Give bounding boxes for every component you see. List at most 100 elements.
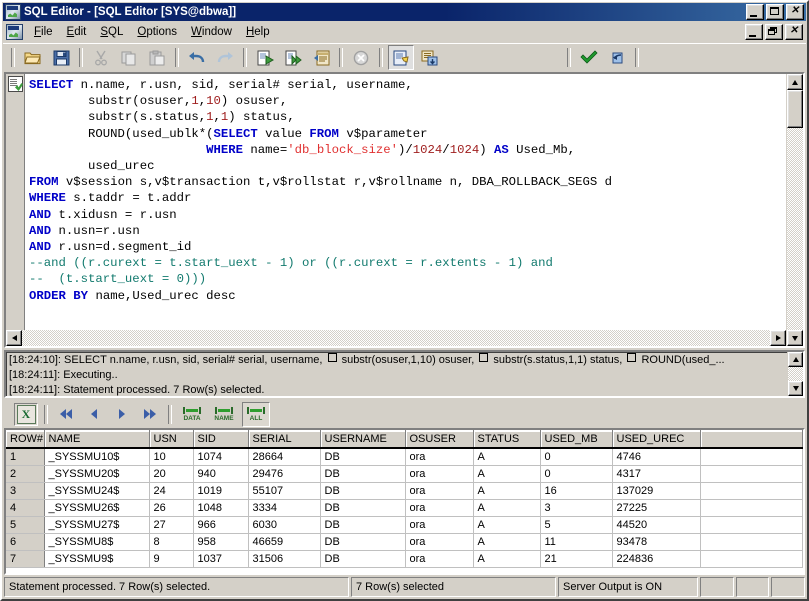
column-header-serial[interactable]: SERIAL [248,431,320,449]
table-cell[interactable]: 26 [149,499,193,516]
scroll-down-button[interactable] [787,330,803,346]
row-number-cell[interactable]: 1 [6,448,44,465]
table-cell[interactable]: 6030 [248,516,320,533]
undo-button[interactable] [184,45,210,70]
menu-item-help[interactable]: Help [239,24,277,40]
table-cell[interactable]: _SYSSMU20$ [44,465,149,482]
column-header-used-mb[interactable]: USED_MB [540,431,612,449]
menu-item-options[interactable]: Options [130,24,184,40]
table-cell[interactable]: _SYSSMU26$ [44,499,149,516]
table-cell[interactable]: DB [320,533,405,550]
paste-button[interactable] [144,45,170,70]
first-record-button[interactable] [54,403,78,426]
child-restore-button[interactable] [765,24,783,40]
copy-button[interactable] [116,45,142,70]
last-record-button[interactable] [138,403,162,426]
column-header-blank[interactable] [700,431,803,449]
column-header-row-[interactable]: ROW# [6,431,44,449]
table-cell[interactable]: 9 [149,550,193,567]
execute-all-button[interactable] [280,45,306,70]
table-cell[interactable]: ora [405,533,473,550]
row-number-cell[interactable]: 6 [6,533,44,550]
table-cell[interactable]: 1037 [193,550,248,567]
table-cell[interactable]: 21 [540,550,612,567]
sql-code-area[interactable]: SELECT n.name, r.usn, sid, serial# seria… [25,74,786,330]
column-header-usn[interactable]: USN [149,431,193,449]
describe-button[interactable] [388,45,414,70]
table-cell[interactable]: A [473,533,540,550]
editor-horizontal-scrollbar[interactable] [6,330,786,346]
table-cell[interactable]: DB [320,482,405,499]
table-cell[interactable]: 11 [540,533,612,550]
table-cell[interactable]: A [473,499,540,516]
next-record-button[interactable] [110,403,134,426]
table-cell[interactable] [700,516,803,533]
scroll-up-button[interactable] [787,74,803,90]
table-cell[interactable]: 10 [149,448,193,465]
table-row[interactable]: 3_SYSSMU24$24101955107DBoraA16137029 [6,482,803,499]
menu-item-edit[interactable]: Edit [60,24,94,40]
table-cell[interactable]: 1019 [193,482,248,499]
table-cell[interactable]: 93478 [612,533,700,550]
close-button[interactable]: ✕ [786,4,804,20]
log-lines[interactable]: [18:24:10]: SELECT n.name, r.usn, sid, s… [6,352,787,396]
table-cell[interactable] [700,499,803,516]
table-cell[interactable]: 0 [540,448,612,465]
table-cell[interactable]: 29476 [248,465,320,482]
table-cell[interactable]: 3 [540,499,612,516]
table-cell[interactable]: DB [320,465,405,482]
results-grid[interactable]: ROW#NAMEUSNSIDSERIALUSERNAMEOSUSERSTATUS… [4,428,805,575]
stop-button[interactable] [348,45,374,70]
column-header-osuser[interactable]: OSUSER [405,431,473,449]
table-cell[interactable]: DB [320,516,405,533]
table-cell[interactable]: 24 [149,482,193,499]
log-scroll-up-button[interactable] [788,352,803,367]
row-number-cell[interactable]: 7 [6,550,44,567]
table-cell[interactable]: 5 [540,516,612,533]
table-cell[interactable]: A [473,516,540,533]
maximize-button[interactable] [766,4,784,20]
scroll-left-button[interactable] [6,330,22,346]
log-scroll-down-button[interactable] [788,381,803,396]
vscroll-track[interactable] [787,128,803,330]
log-vertical-scrollbar[interactable] [787,352,803,396]
table-cell[interactable]: ora [405,550,473,567]
fit-columns-name-button[interactable]: NAME [210,402,238,427]
table-cell[interactable]: 224836 [612,550,700,567]
table-cell[interactable]: ora [405,516,473,533]
table-cell[interactable] [700,448,803,465]
table-cell[interactable]: ora [405,465,473,482]
table-cell[interactable]: ora [405,448,473,465]
menu-item-file[interactable]: File [27,24,60,40]
column-header-status[interactable]: STATUS [473,431,540,449]
table-cell[interactable]: A [473,465,540,482]
table-cell[interactable]: 0 [540,465,612,482]
table-cell[interactable]: 27 [149,516,193,533]
table-cell[interactable]: DB [320,550,405,567]
table-row[interactable]: 4_SYSSMU26$2610483334DBoraA327225 [6,499,803,516]
table-cell[interactable]: 4317 [612,465,700,482]
row-number-cell[interactable]: 5 [6,516,44,533]
table-row[interactable]: 7_SYSSMU9$9103731506DBoraA21224836 [6,550,803,567]
explain-plan-button[interactable] [308,45,334,70]
export-to-excel-button[interactable]: X [14,403,38,426]
table-cell[interactable]: 28664 [248,448,320,465]
table-cell[interactable]: A [473,448,540,465]
table-cell[interactable]: ora [405,499,473,516]
redo-button[interactable] [212,45,238,70]
table-cell[interactable]: 1048 [193,499,248,516]
table-cell[interactable]: 44520 [612,516,700,533]
table-cell[interactable]: 31506 [248,550,320,567]
table-cell[interactable]: 55107 [248,482,320,499]
table-cell[interactable]: 137029 [612,482,700,499]
table-cell[interactable]: _SYSSMU10$ [44,448,149,465]
vscroll-thumb[interactable] [787,90,803,128]
row-number-cell[interactable]: 4 [6,499,44,516]
column-header-username[interactable]: USERNAME [320,431,405,449]
table-cell[interactable]: _SYSSMU24$ [44,482,149,499]
hscroll-track[interactable] [22,330,770,346]
table-cell[interactable] [700,550,803,567]
table-cell[interactable]: 966 [193,516,248,533]
row-number-cell[interactable]: 2 [6,465,44,482]
editor-vertical-scrollbar[interactable] [786,74,803,346]
